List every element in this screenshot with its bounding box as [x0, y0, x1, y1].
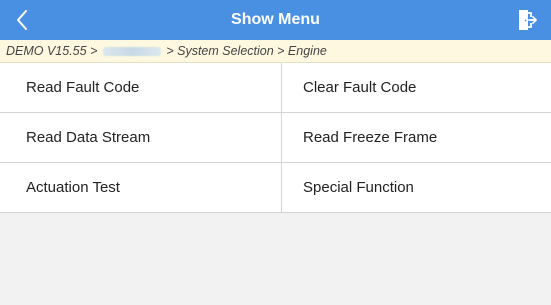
- redacted-vin: [102, 47, 161, 57]
- menu-item-label: Clear Fault Code: [303, 79, 417, 96]
- content-background: [0, 213, 551, 305]
- menu-item-read-freeze-frame[interactable]: Read Freeze Frame: [282, 113, 551, 163]
- header-bar: Show Menu: [0, 0, 551, 40]
- menu-item-label: Read Data Stream: [26, 129, 151, 146]
- breadcrumb: DEMO V15.55 > > System Selection > Engin…: [0, 40, 551, 63]
- menu-item-label: Actuation Test: [26, 179, 120, 196]
- breadcrumb-path: > System Selection > Engine: [166, 44, 327, 58]
- menu-item-label: Special Function: [303, 179, 414, 196]
- exit-door-icon: [519, 10, 537, 30]
- menu-item-clear-fault-code[interactable]: Clear Fault Code: [282, 63, 551, 113]
- page-title: Show Menu: [231, 11, 320, 28]
- menu-item-label: Read Freeze Frame: [303, 129, 438, 146]
- function-menu-grid: Read Fault Code Clear Fault Code Read Da…: [0, 63, 551, 213]
- menu-item-actuation-test[interactable]: Actuation Test: [0, 163, 282, 213]
- breadcrumb-prefix: DEMO V15.55 >: [6, 44, 98, 58]
- menu-item-read-fault-code[interactable]: Read Fault Code: [0, 63, 282, 113]
- menu-item-special-function[interactable]: Special Function: [282, 163, 551, 213]
- menu-item-label: Read Fault Code: [26, 79, 140, 96]
- exit-button[interactable]: [511, 4, 543, 36]
- menu-item-read-data-stream[interactable]: Read Data Stream: [0, 113, 282, 163]
